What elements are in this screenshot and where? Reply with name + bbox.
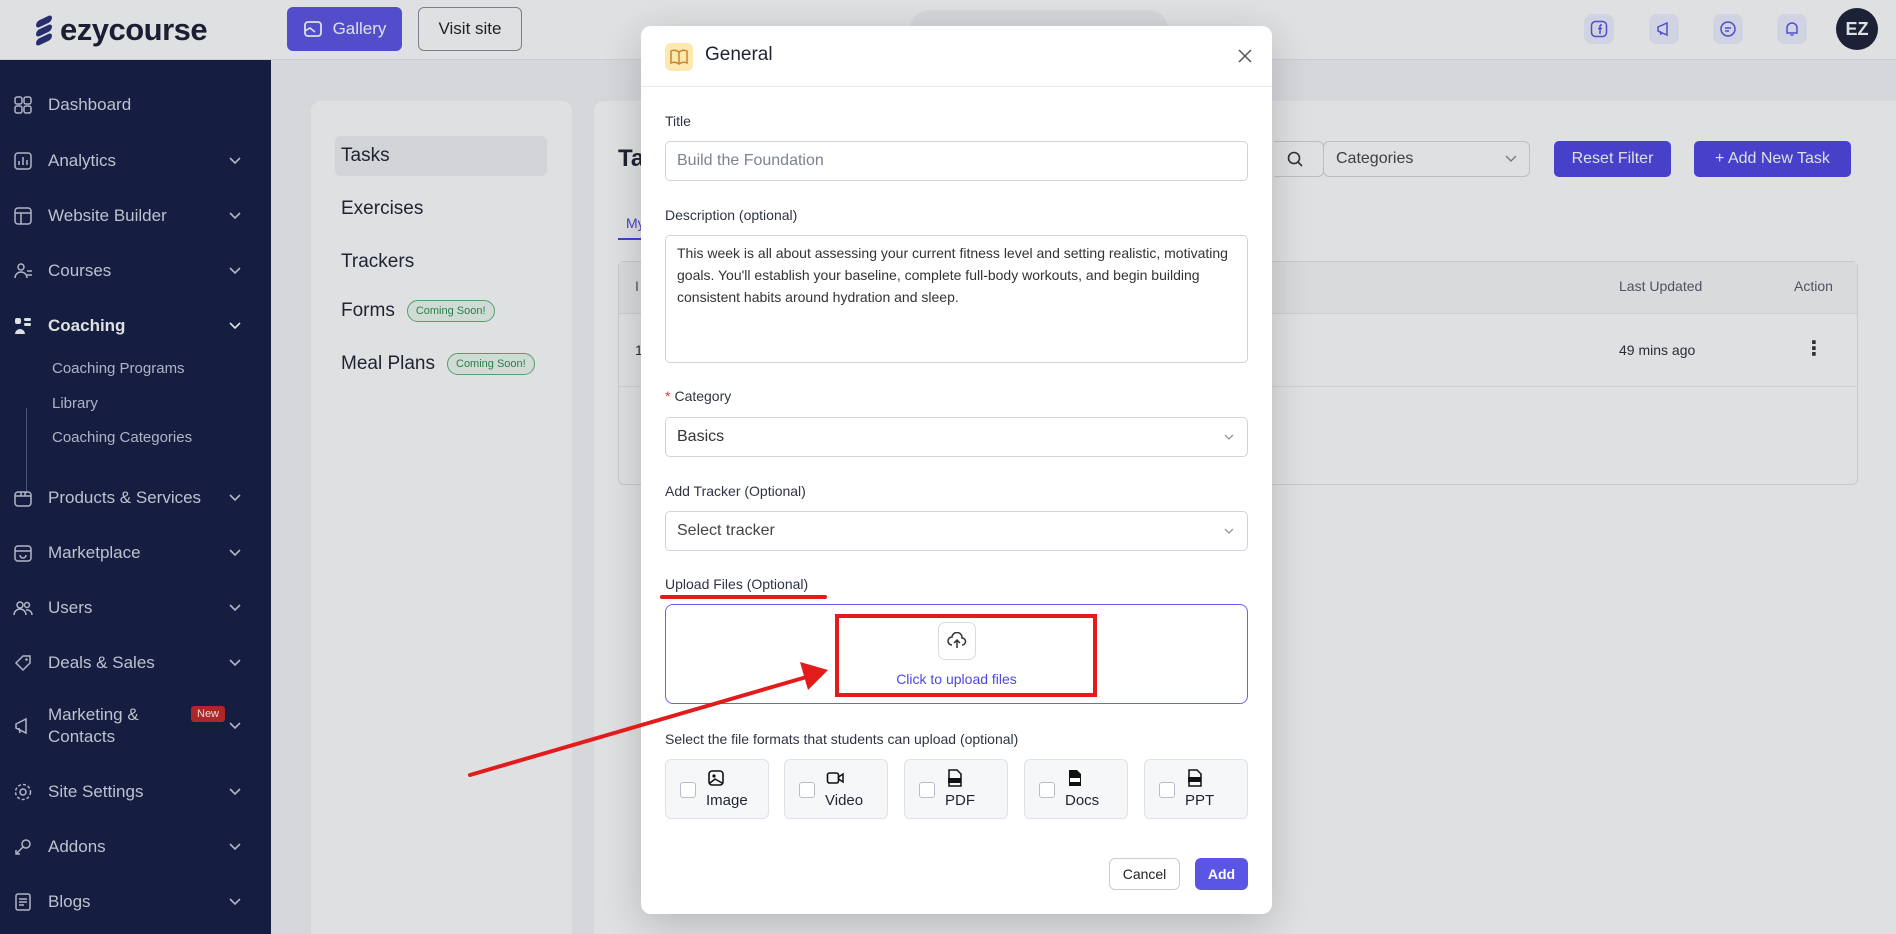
description-value: This week is all about assessing your cu…	[677, 245, 1228, 305]
pdf-file-icon	[945, 768, 965, 788]
chevron-down-icon	[1224, 434, 1234, 440]
doc-file-icon	[1065, 768, 1085, 788]
cancel-label: Cancel	[1122, 866, 1167, 882]
tracker-label: Add Tracker (Optional)	[665, 483, 806, 499]
title-input[interactable]: Build the Foundation	[665, 141, 1248, 181]
upload-label: Upload Files (Optional)	[665, 576, 809, 592]
category-select[interactable]: Basics	[665, 417, 1248, 457]
format-option-docs[interactable]: Docs	[1024, 759, 1128, 819]
docs-checkbox[interactable]	[1039, 782, 1055, 798]
add-label: Add	[1207, 866, 1236, 882]
book-icon	[665, 43, 693, 71]
video-icon	[825, 768, 845, 788]
pdf-checkbox[interactable]	[919, 782, 935, 798]
formats-label: Select the file formats that students ca…	[665, 731, 1019, 747]
title-label: Title	[665, 113, 691, 129]
format-label: PPT	[1185, 792, 1215, 809]
format-option-ppt[interactable]: PPT	[1144, 759, 1248, 819]
tracker-placeholder: Select tracker	[677, 522, 775, 539]
category-value: Basics	[677, 428, 725, 445]
image-checkbox[interactable]	[680, 782, 696, 798]
description-textarea[interactable]: This week is all about assessing your cu…	[665, 235, 1248, 363]
format-label: Image	[706, 792, 748, 809]
format-label: Docs	[1065, 792, 1100, 809]
video-checkbox[interactable]	[799, 782, 815, 798]
annotation-underline	[660, 595, 827, 599]
close-icon[interactable]	[1235, 46, 1255, 66]
required-marker: *	[665, 388, 671, 404]
ppt-checkbox[interactable]	[1159, 782, 1175, 798]
title-placeholder: Build the Foundation	[677, 152, 824, 169]
format-label: PDF	[945, 792, 975, 809]
format-label: Video	[825, 792, 864, 809]
general-task-modal: General Title Build the Foundation Descr…	[641, 26, 1272, 914]
format-option-image[interactable]: Image	[665, 759, 769, 819]
modal-title: General	[705, 44, 773, 65]
description-label: Description (optional)	[665, 207, 798, 223]
image-icon	[706, 768, 726, 788]
category-label: * Category	[665, 388, 731, 404]
format-option-pdf[interactable]: PDF	[904, 759, 1008, 819]
format-option-video[interactable]: Video	[784, 759, 888, 819]
modal-header: General	[641, 26, 1272, 87]
annotation-highlight-box	[835, 614, 1097, 697]
category-label-text: Category	[674, 388, 732, 404]
ppt-file-icon	[1185, 768, 1205, 788]
tracker-select[interactable]: Select tracker	[665, 511, 1248, 551]
add-button[interactable]: Add	[1195, 858, 1248, 890]
cancel-button[interactable]: Cancel	[1109, 858, 1180, 890]
chevron-down-icon	[1224, 528, 1234, 534]
